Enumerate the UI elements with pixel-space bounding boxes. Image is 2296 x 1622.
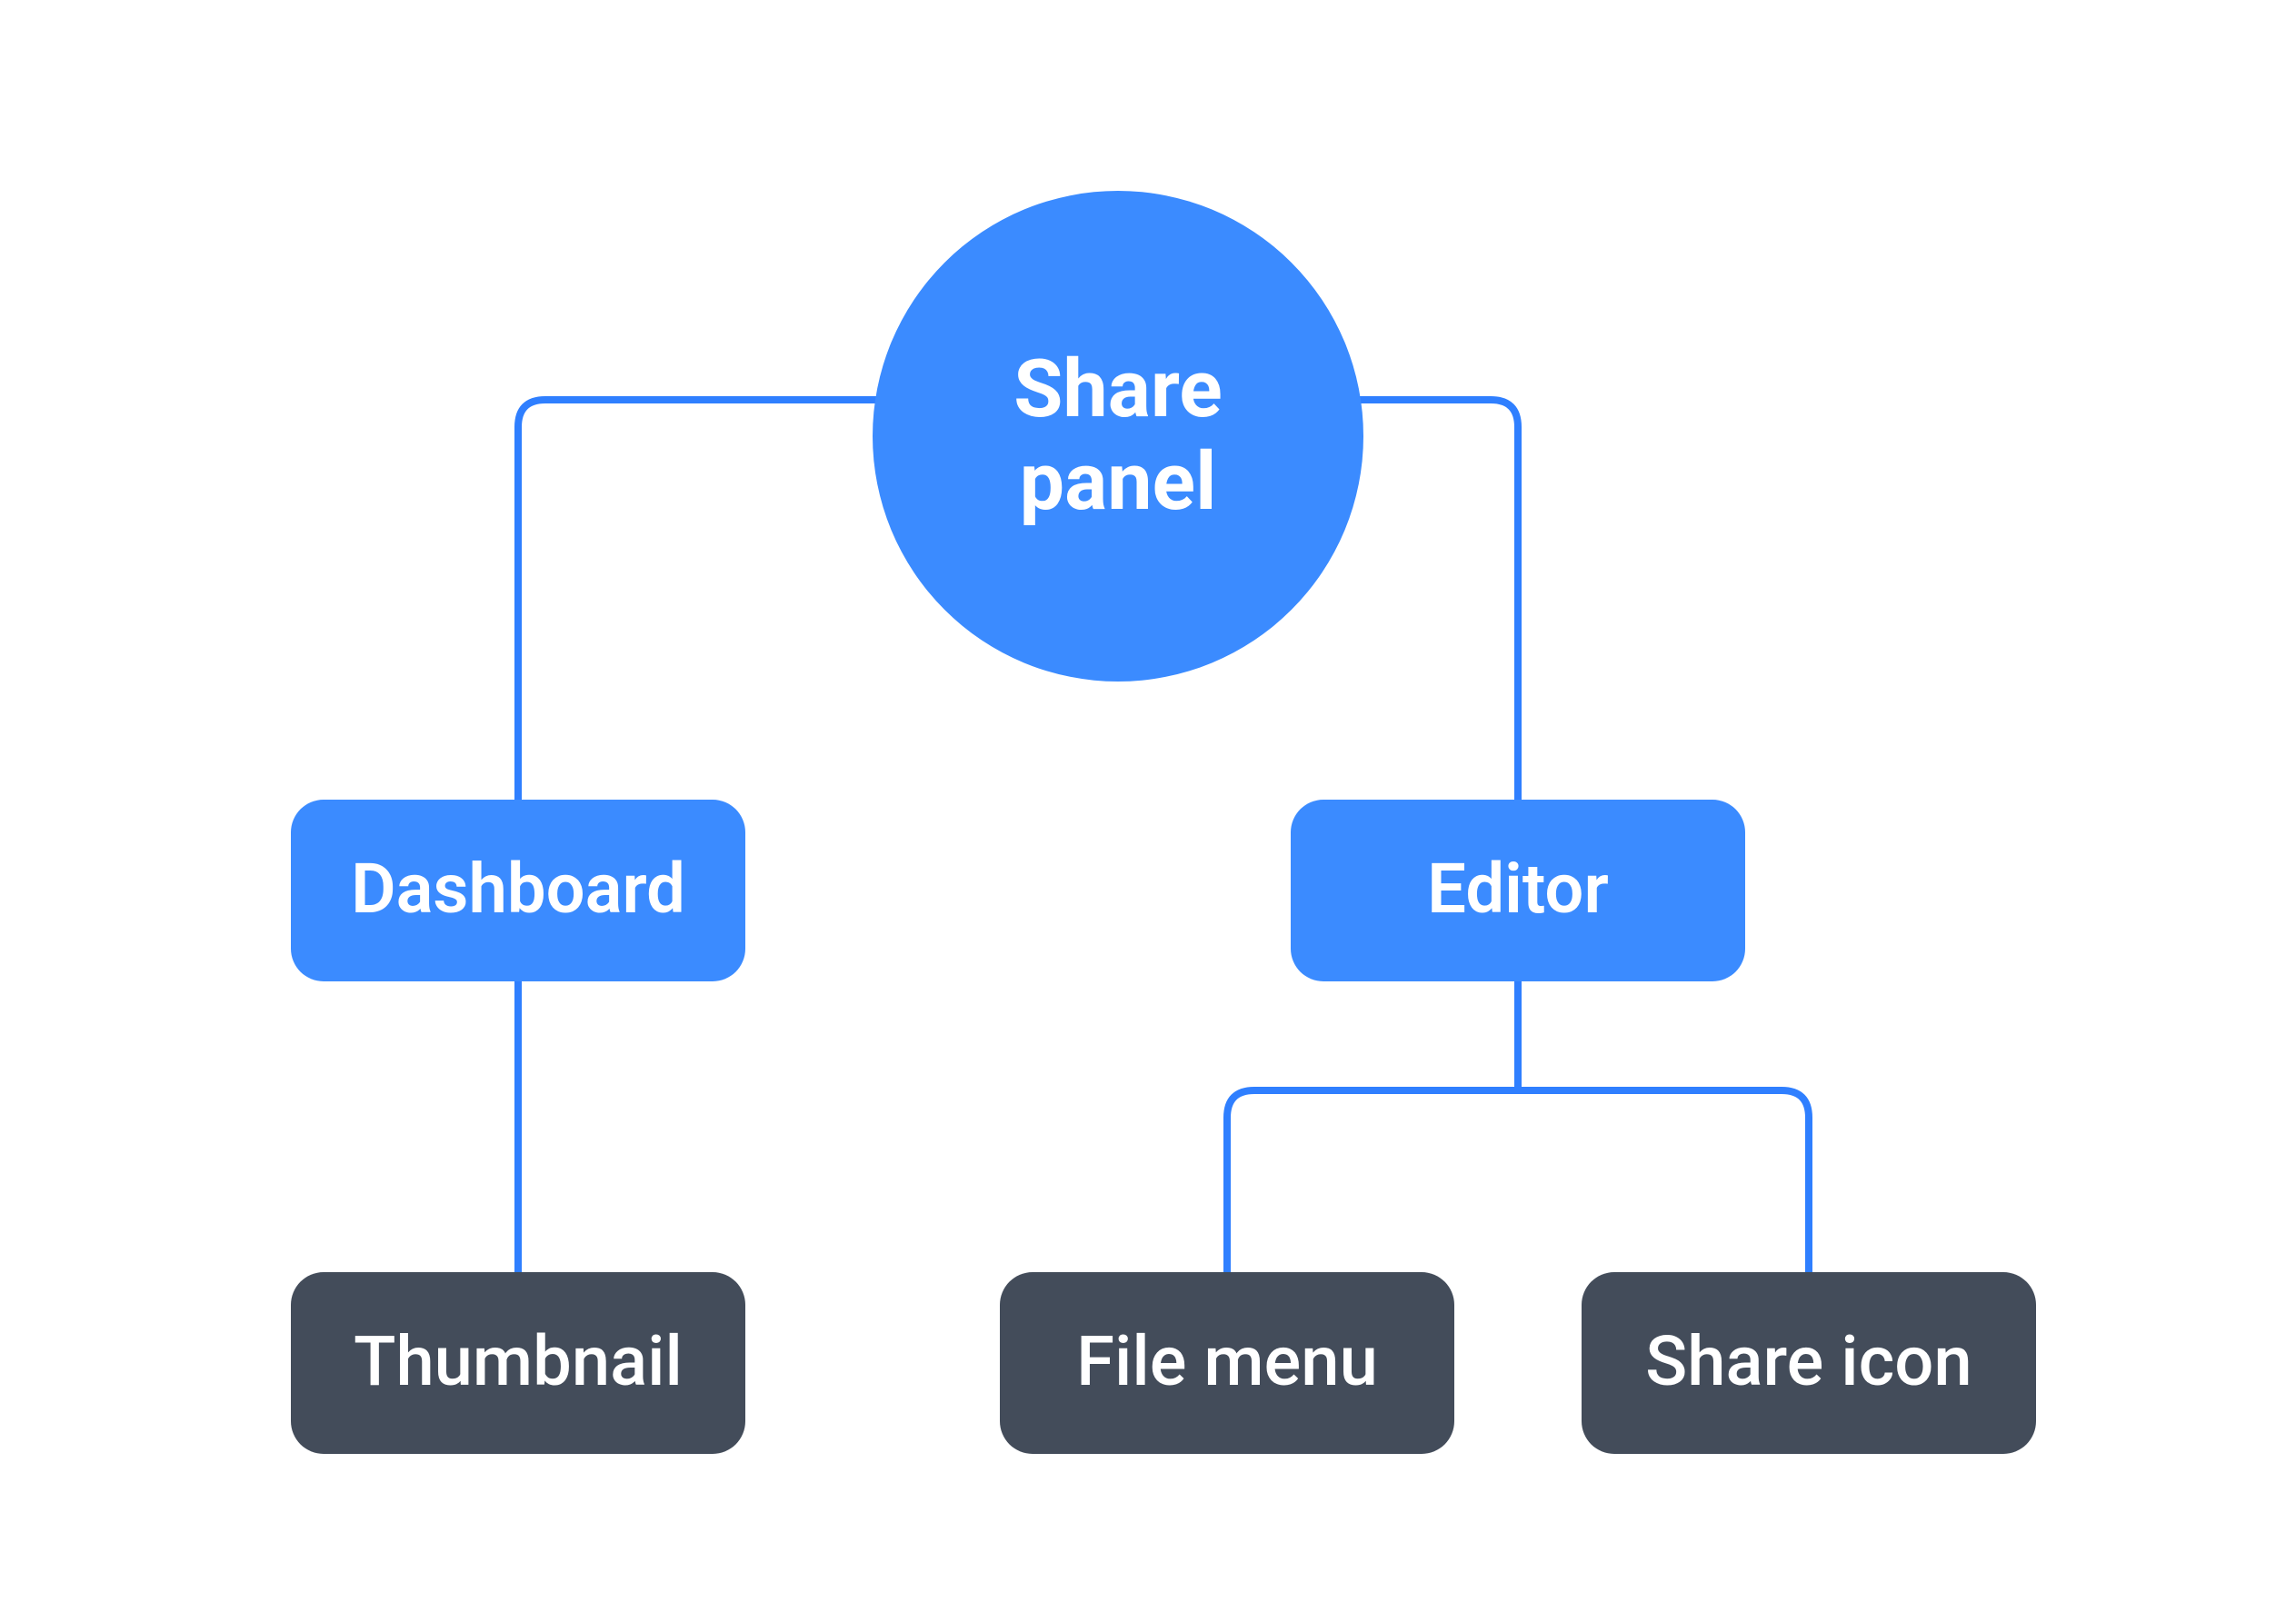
node-share-icon: Share icon (1582, 1272, 2036, 1454)
editor-label: Editor (1427, 851, 1609, 930)
diagram-canvas: Share panel Dashboard Editor Thumbnail F… (0, 0, 2296, 1621)
node-thumbnail: Thumbnail (291, 1272, 745, 1454)
dashboard-label: Dashboard (351, 851, 685, 930)
thumbnail-label: Thumbnail (354, 1323, 683, 1403)
share-icon-label: Share icon (1645, 1323, 1972, 1403)
root-label-line1: Share (1013, 344, 1223, 436)
node-file-menu: File menu (1000, 1272, 1454, 1454)
root-label-line2: panel (1013, 436, 1223, 528)
node-share-panel: Share panel (873, 191, 1363, 682)
file-menu-label: File menu (1076, 1323, 1378, 1403)
node-dashboard: Dashboard (291, 800, 745, 981)
node-editor: Editor (1291, 800, 1745, 981)
